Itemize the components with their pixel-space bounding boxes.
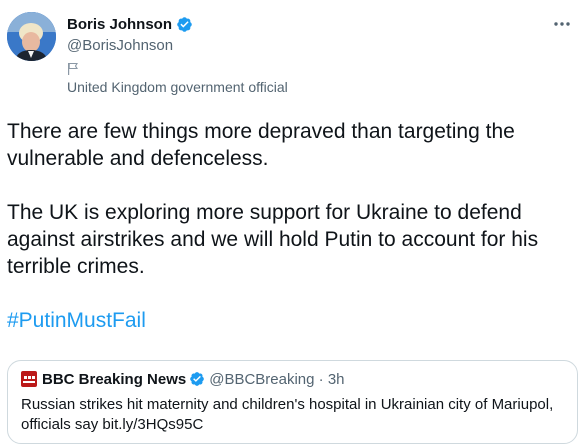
quoted-author-name: BBC Breaking News <box>42 370 187 388</box>
more-options-button[interactable] <box>551 16 573 32</box>
government-label-text: United Kingdom government official <box>67 79 288 95</box>
tweet-paragraph: The UK is exploring more support for Ukr… <box>7 201 539 278</box>
verified-badge-icon <box>190 372 205 386</box>
quoted-handle-time: @BBCBreaking · 3h <box>209 370 345 388</box>
government-label: United Kingdom government official <box>67 62 288 97</box>
avatar[interactable] <box>7 12 56 61</box>
tweet-paragraph: There are few things more depraved than … <box>7 120 515 170</box>
author-info: Boris Johnson @BorisJohnson <box>67 14 193 54</box>
quoted-tweet[interactable]: BBC Breaking News @BBCBreaking · 3h Russ… <box>7 360 578 444</box>
tweet-text: There are few things more depraved than … <box>7 118 577 334</box>
quoted-tweet-header: BBC Breaking News @BBCBreaking · 3h <box>21 370 345 388</box>
more-options-icon <box>554 22 570 26</box>
flag-icon <box>68 62 78 75</box>
hashtag-link[interactable]: #PutinMustFail <box>7 307 577 334</box>
author-name-row: Boris Johnson <box>67 14 193 34</box>
bbc-logo <box>21 371 37 387</box>
verified-badge-icon <box>177 16 192 32</box>
tweet-header: Boris Johnson @BorisJohnson United Kingd… <box>7 12 579 97</box>
author-handle[interactable]: @BorisJohnson <box>67 37 193 54</box>
author-name[interactable]: Boris Johnson <box>67 16 172 33</box>
quoted-tweet-text: Russian strikes hit maternity and childr… <box>21 396 554 433</box>
